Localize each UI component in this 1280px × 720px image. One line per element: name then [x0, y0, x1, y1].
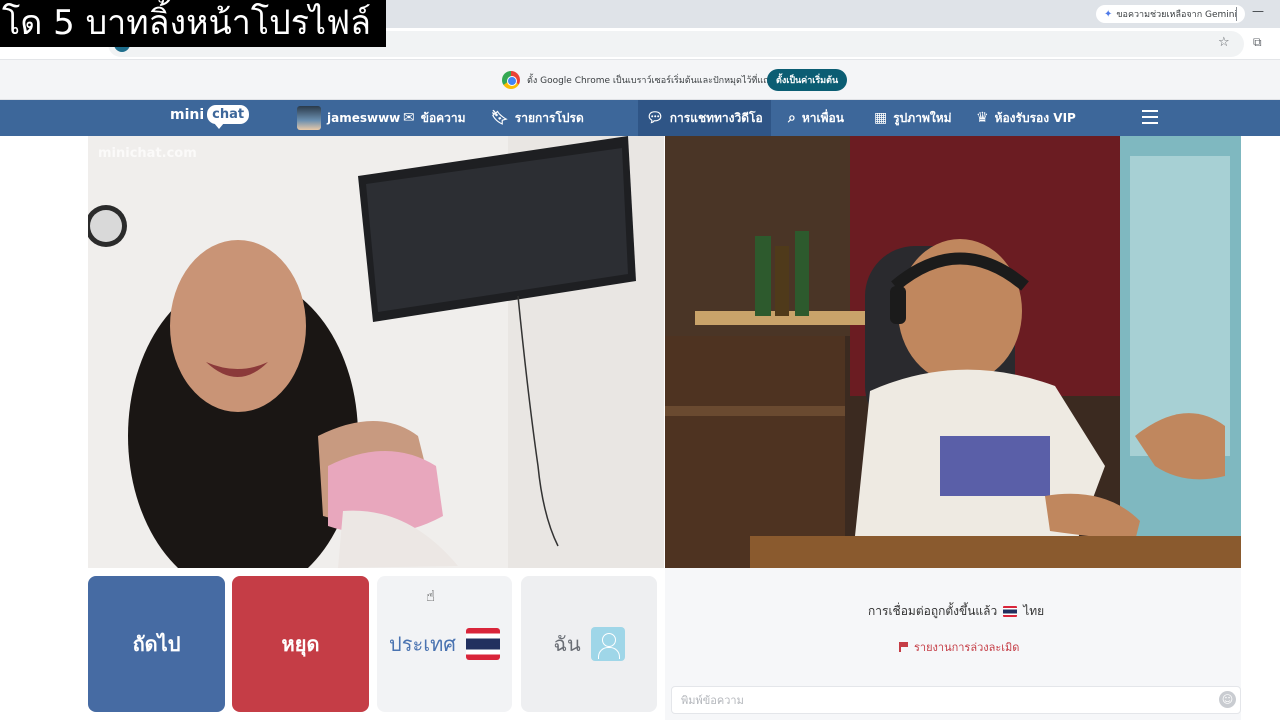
- next-button[interactable]: ถัดไป: [88, 576, 225, 712]
- partner-country: ไทย: [1023, 604, 1045, 618]
- minichat-logo[interactable]: mini chat: [170, 105, 250, 129]
- gemini-spark-icon: ✦: [1104, 8, 1113, 20]
- minimize-icon[interactable]: —: [1252, 4, 1264, 18]
- self-video: [665, 136, 1241, 568]
- gemini-label: ขอความช่วยเหลือจาก Gemini: [1116, 10, 1237, 20]
- bookmark-icon: 🔖︎: [491, 110, 509, 126]
- screen: ✦ ขอความช่วยเหลือจาก Gemini — ☆ ⧉ ตั้ง G…: [0, 0, 1280, 720]
- nav-favorites[interactable]: 🔖︎ รายการโปรด: [491, 100, 584, 136]
- nav-find-friends[interactable]: ⌕ หาเพื่อน: [788, 100, 844, 136]
- puzzle-icon[interactable]: ⧉: [1253, 35, 1262, 50]
- site-navbar: mini chat jameswww ✉ ข้อความ 🔖︎ รายการโป…: [0, 100, 1280, 136]
- thailand-flag-icon: [465, 628, 500, 660]
- chrome-logo-icon: [502, 71, 520, 89]
- hand-cursor-icon: ☝︎: [426, 587, 436, 605]
- grid-icon: ▦: [874, 110, 888, 126]
- nav-video-chat-label: การแชททางวิดีโอ: [669, 110, 763, 125]
- nav-new-photos[interactable]: ▦ รูปภาพใหม่: [874, 100, 952, 136]
- stranger-video: minichat.com: [88, 136, 664, 568]
- star-icon[interactable]: ☆: [1218, 35, 1230, 50]
- chat-bubble-icon: 💬︎: [646, 110, 664, 126]
- country-filter-button[interactable]: ประเทศ: [377, 576, 512, 712]
- crown-icon: ♛: [976, 110, 989, 126]
- site-watermark: minichat.com: [98, 146, 197, 161]
- report-abuse-link[interactable]: รายงานการล่วงละเมิด: [899, 638, 1019, 656]
- my-profile-label: ฉัน: [553, 632, 581, 656]
- my-profile-button[interactable]: ฉัน: [521, 576, 657, 712]
- nav-messages[interactable]: ✉ ข้อความ: [403, 100, 466, 136]
- envelope-icon: ✉: [403, 110, 415, 126]
- menu-icon[interactable]: [1142, 110, 1158, 124]
- logo-text-mini: mini: [170, 106, 205, 123]
- connection-status-text: การเชื่อมต่อถูกตั้งขึ้นแล้ว: [868, 604, 998, 618]
- search-icon: ⌕: [788, 110, 796, 126]
- country-filter-label: ประเทศ: [389, 632, 456, 656]
- nav-find-friends-label: หาเพื่อน: [801, 110, 844, 125]
- connection-status: การเชื่อมต่อถูกตั้งขึ้นแล้ว ไทย: [868, 602, 1044, 621]
- emoji-icon[interactable]: ☺: [1219, 691, 1236, 708]
- window-separator: [1236, 7, 1237, 21]
- nav-video-chat[interactable]: 💬︎ การแชททางวิดีโอ: [638, 100, 771, 136]
- flag-icon: [899, 642, 908, 652]
- report-abuse-label: รายงานการล่วงละเมิด: [914, 641, 1020, 654]
- chat-message-input[interactable]: [671, 686, 1241, 714]
- nav-messages-label: ข้อความ: [420, 110, 466, 125]
- user-icon: [590, 627, 625, 661]
- stranger-video-frame: [88, 136, 664, 568]
- overlay-caption: โด 5 บาทลิ้งหน้าโปรไฟล์: [0, 0, 386, 47]
- self-video-frame: [665, 136, 1241, 568]
- gemini-button[interactable]: ✦ ขอความช่วยเหลือจาก Gemini: [1096, 5, 1245, 23]
- stop-button[interactable]: หยุด: [232, 576, 369, 712]
- nav-vip-room[interactable]: ♛ ห้องรับรอง VIP: [976, 100, 1076, 136]
- nav-favorites-label: รายการโปรด: [514, 110, 584, 125]
- default-browser-infobar: ตั้ง Google Chrome เป็นเบราว์เซอร์เริ่มต…: [0, 60, 1280, 100]
- logo-text-chat: chat: [207, 105, 250, 129]
- nav-vip-room-label: ห้องรับรอง VIP: [994, 110, 1076, 125]
- thailand-flag-icon: [1003, 606, 1018, 617]
- nav-profile[interactable]: jameswww: [297, 100, 400, 136]
- nav-new-photos-label: รูปภาพใหม่: [893, 110, 952, 125]
- set-default-button[interactable]: ตั้งเป็นค่าเริ่มต้น: [767, 69, 848, 91]
- avatar: [297, 106, 321, 130]
- infobar-message: ตั้ง Google Chrome เป็นเบราว์เซอร์เริ่มต…: [527, 76, 790, 86]
- nav-username: jameswww: [327, 111, 401, 125]
